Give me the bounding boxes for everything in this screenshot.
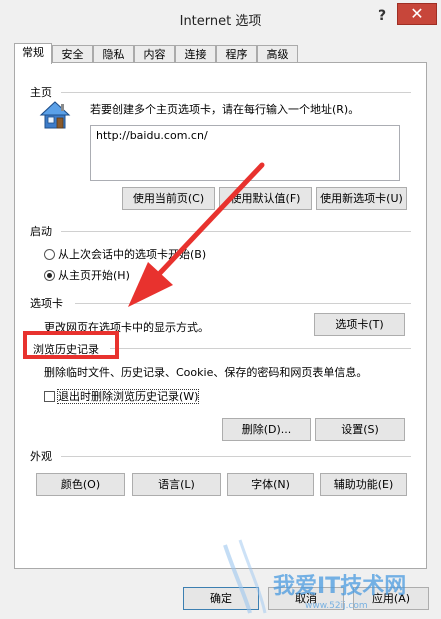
use-current-page-button[interactable]: 使用当前页(C) [122, 187, 215, 210]
help-button[interactable]: ? [370, 6, 394, 26]
colors-button[interactable]: 颜色(O) [36, 473, 125, 496]
ok-button[interactable]: 确定 [183, 587, 259, 610]
tab-programs[interactable]: 程序 [216, 45, 257, 63]
tabs-divider [75, 303, 411, 304]
delete-on-exit-option[interactable]: 退出时删除浏览历史记录(W) [44, 389, 200, 405]
homepage-divider [61, 92, 411, 93]
homepage-url-input[interactable]: http://baidu.com.cn/ [90, 125, 400, 181]
accessibility-button[interactable]: 辅助功能(E) [320, 473, 407, 496]
delete-history-button[interactable]: 删除(D)... [222, 418, 311, 441]
appearance-divider [61, 456, 411, 457]
tabs-settings-button[interactable]: 选项卡(T) [314, 313, 405, 336]
history-divider [110, 348, 411, 349]
startup-section-title: 启动 [30, 225, 52, 238]
tab-privacy[interactable]: 隐私 [93, 45, 134, 63]
internet-options-dialog: Internet 选项 ? ✕ 常规 安全 隐私 内容 连接 程序 高级 主页 … [0, 0, 441, 619]
fonts-button[interactable]: 字体(N) [227, 473, 314, 496]
homepage-radio[interactable] [44, 270, 55, 281]
house-icon [39, 100, 71, 130]
close-button[interactable]: ✕ [397, 3, 437, 25]
homepage-section-title: 主页 [30, 86, 52, 99]
homepage-description: 若要创建多个主页选项卡，请在每行输入一个地址(R)。 [90, 103, 360, 116]
delete-on-exit-checkbox[interactable] [44, 391, 55, 402]
use-new-tab-button[interactable]: 使用新选项卡(U) [316, 187, 407, 210]
history-settings-button[interactable]: 设置(S) [315, 418, 405, 441]
startup-last-session-option[interactable]: 从上次会话中的选项卡开始(B) [44, 247, 206, 263]
tabs-section-title: 选项卡 [30, 297, 63, 310]
startup-homepage-option[interactable]: 从主页开始(H) [44, 268, 130, 284]
tab-general[interactable]: 常规 [14, 43, 52, 64]
tabs-description: 更改网页在选项卡中的显示方式。 [44, 321, 209, 334]
general-tab-panel: 主页 若要创建多个主页选项卡，请在每行输入一个地址(R)。 http://bai… [14, 62, 427, 569]
history-description: 删除临时文件、历史记录、Cookie、保存的密码和网页表单信息。 [44, 366, 368, 379]
homepage-radio-label: 从主页开始(H) [58, 269, 130, 282]
title-bar: Internet 选项 ? ✕ [0, 0, 441, 34]
use-default-button[interactable]: 使用默认值(F) [219, 187, 312, 210]
tab-security[interactable]: 安全 [52, 45, 93, 63]
appearance-section-title: 外观 [30, 450, 52, 463]
languages-button[interactable]: 语言(L) [132, 473, 221, 496]
last-session-radio[interactable] [44, 249, 55, 260]
tab-content[interactable]: 内容 [134, 45, 175, 63]
cancel-button[interactable]: 取消 [268, 587, 344, 610]
apply-button[interactable]: 应用(A) [353, 587, 429, 610]
tab-advanced[interactable]: 高级 [257, 45, 298, 63]
startup-divider [61, 231, 411, 232]
history-section-title: 浏览历史记录 [33, 343, 99, 356]
tab-connections[interactable]: 连接 [175, 45, 216, 63]
last-session-label: 从上次会话中的选项卡开始(B) [58, 248, 207, 261]
delete-on-exit-label: 退出时删除浏览历史记录(W) [56, 389, 200, 404]
